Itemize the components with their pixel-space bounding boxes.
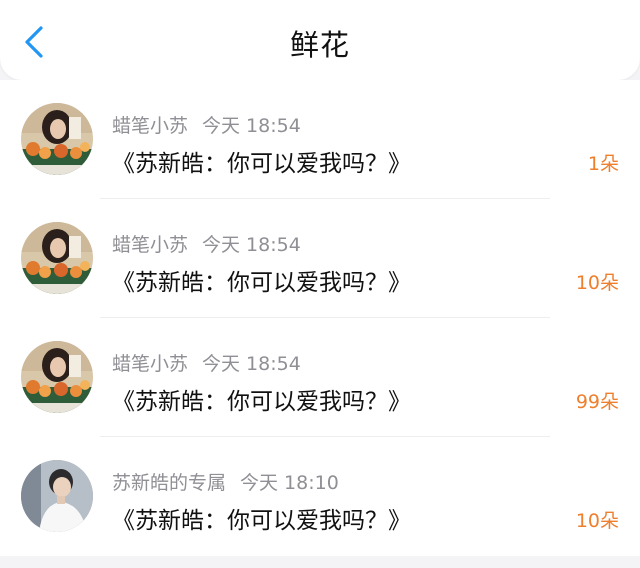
flower-count: 1朵 xyxy=(587,153,619,175)
top-bar: 鲜花 xyxy=(0,0,640,80)
timestamp: 今天 18:54 xyxy=(202,234,301,256)
list-item[interactable]: 苏新皓的专属 今天 18:10 《苏新皓：你可以爱我吗？》 10朵 xyxy=(0,437,640,556)
list-item[interactable]: 蜡笔小苏 今天 18:54 《苏新皓：你可以爱我吗？》 1朵 xyxy=(0,80,640,199)
avatar[interactable] xyxy=(21,341,93,413)
list-item[interactable]: 蜡笔小苏 今天 18:54 《苏新皓：你可以爱我吗？》 10朵 xyxy=(0,199,640,318)
sender-name: 苏新皓的专属 xyxy=(112,472,227,494)
avatar[interactable] xyxy=(21,103,93,175)
sender-name: 蜡笔小苏 xyxy=(112,353,189,375)
flower-count: 10朵 xyxy=(575,272,619,294)
sender-name: 蜡笔小苏 xyxy=(112,115,189,137)
list-bottom-gap xyxy=(0,556,640,568)
list-item[interactable]: 蜡笔小苏 今天 18:54 《苏新皓：你可以爱我吗？》 99朵 xyxy=(0,318,640,437)
flower-count: 99朵 xyxy=(575,391,619,413)
page-title: 鲜花 xyxy=(289,28,350,62)
avatar[interactable] xyxy=(21,222,93,294)
flower-count: 10朵 xyxy=(575,510,619,532)
message-text: 《苏新皓：你可以爱我吗？》 xyxy=(112,270,411,296)
message-text: 《苏新皓：你可以爱我吗？》 xyxy=(112,389,411,415)
flower-gift-list: 蜡笔小苏 今天 18:54 《苏新皓：你可以爱我吗？》 1朵 蜡笔小苏 今天 1… xyxy=(0,80,640,556)
avatar[interactable] xyxy=(21,460,93,532)
timestamp: 今天 18:54 xyxy=(202,115,301,137)
timestamp: 今天 18:10 xyxy=(240,472,339,494)
message-text: 《苏新皓：你可以爱我吗？》 xyxy=(112,151,411,177)
message-text: 《苏新皓：你可以爱我吗？》 xyxy=(112,508,411,534)
sender-name: 蜡笔小苏 xyxy=(112,234,189,256)
timestamp: 今天 18:54 xyxy=(202,353,301,375)
